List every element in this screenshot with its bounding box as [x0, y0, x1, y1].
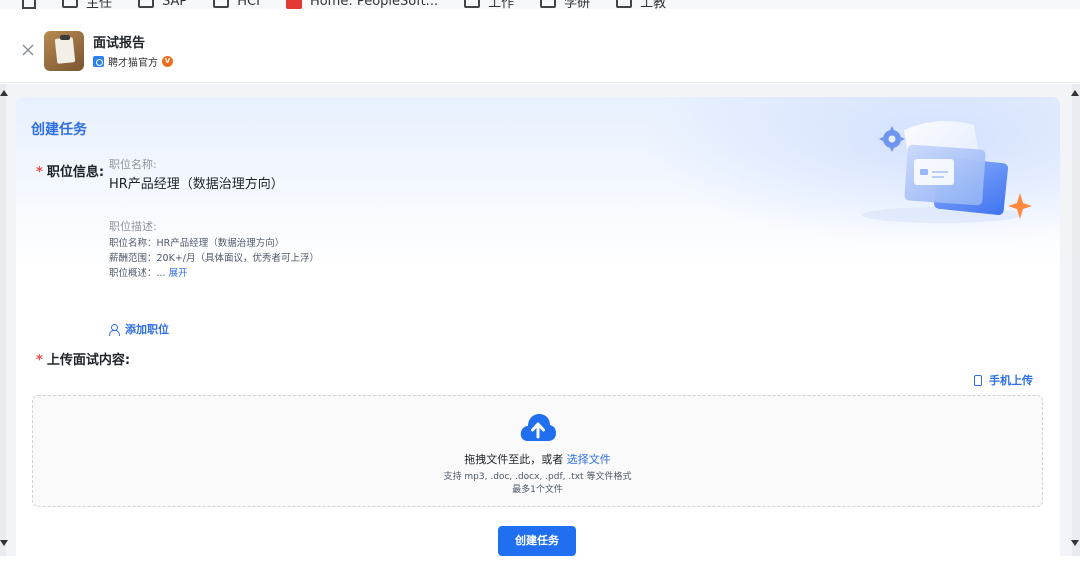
cloud-upload-icon	[520, 414, 556, 441]
position-name-value: HR产品经理（数据治理方向）	[109, 177, 284, 192]
folder-icon	[540, 0, 557, 8]
position-name-label: 职位名称:	[109, 158, 157, 171]
bookmark-item[interactable]: 工教	[616, 0, 666, 9]
file-dropzone[interactable]: 拖拽文件至此，或者 选择文件 支持 mp3, .doc, .docx, .pdf…	[32, 395, 1043, 507]
app-icon	[44, 31, 84, 71]
scroll-down-icon[interactable]	[0, 540, 8, 546]
publisher-logo-icon	[93, 56, 104, 67]
required-mark: *	[36, 353, 43, 368]
format-hint: 支持 mp3, .doc, .docx, .pdf, .txt 等文件格式	[443, 472, 632, 482]
mobile-upload-button[interactable]: 手机上传	[974, 372, 1033, 388]
folder-icon	[464, 0, 481, 8]
scroll-up-icon[interactable]	[1071, 90, 1079, 96]
scroll-down-icon[interactable]	[1071, 540, 1079, 546]
create-task-panel: 创建任务 * 职位信息: 职位名称: HR产品经理（数据治理方向） 职位描述: 职…	[16, 97, 1060, 567]
desc-line: 薪酬范围：20K+/月（具体面议，优秀者可上浮）	[109, 253, 319, 264]
scroll-up-icon[interactable]	[0, 90, 8, 96]
bookmark-item[interactable]: 学研	[540, 0, 590, 9]
apps-grid-icon[interactable]	[22, 0, 36, 9]
publisher: 聘才猫官方 V	[93, 54, 173, 69]
documents-illustration-icon	[862, 121, 1032, 223]
bookmark-item[interactable]: 工作	[464, 0, 514, 9]
close-icon[interactable]	[20, 42, 36, 58]
create-task-button[interactable]: 创建任务	[498, 526, 576, 556]
desc-line: 职位名称：HR产品经理（数据治理方向）	[109, 238, 285, 249]
page-title: 创建任务	[31, 122, 87, 138]
position-desc-label: 职位描述:	[109, 220, 157, 233]
desc-line: 职位概述：... 展开	[109, 268, 188, 279]
phone-icon	[974, 374, 982, 386]
folder-icon	[62, 0, 78, 8]
folder-icon	[616, 0, 633, 8]
upload-label: * 上传面试内容:	[36, 353, 131, 368]
select-file-link[interactable]: 选择文件	[567, 453, 611, 466]
position-info-label: * 职位信息:	[36, 165, 105, 180]
drop-instruction: 拖拽文件至此，或者 选择文件	[464, 453, 611, 466]
publisher-name: 聘才猫官方	[108, 58, 158, 69]
bookmark-item[interactable]: SAP	[138, 0, 187, 9]
expand-link[interactable]: 展开	[169, 268, 188, 279]
scrollbar[interactable]	[1072, 84, 1080, 556]
bookmark-item[interactable]: Home: PeopleSoft...	[285, 0, 438, 9]
add-position-button[interactable]: 添加职位	[109, 321, 169, 337]
bookmark-item[interactable]: 主任	[62, 0, 112, 9]
site-icon	[285, 0, 302, 9]
app-title: 面试报告	[93, 36, 146, 51]
bookmark-bar: 主任 SAP HCI Home: PeopleSoft... 工作 学研 工教	[0, 0, 1080, 9]
user-icon	[109, 323, 120, 336]
scroll-edge-left	[0, 84, 6, 556]
required-mark: *	[36, 165, 43, 180]
bookmark-item[interactable]: HCI	[213, 0, 260, 9]
folder-icon	[138, 0, 155, 8]
file-limit-hint: 最多1个文件	[512, 485, 563, 495]
app-header: 面试报告 聘才猫官方 V	[0, 9, 1080, 83]
verified-icon: V	[162, 56, 173, 67]
main-area: 创建任务 * 职位信息: 职位名称: HR产品经理（数据治理方向） 职位描述: 职…	[0, 84, 1080, 567]
folder-icon	[213, 0, 230, 8]
